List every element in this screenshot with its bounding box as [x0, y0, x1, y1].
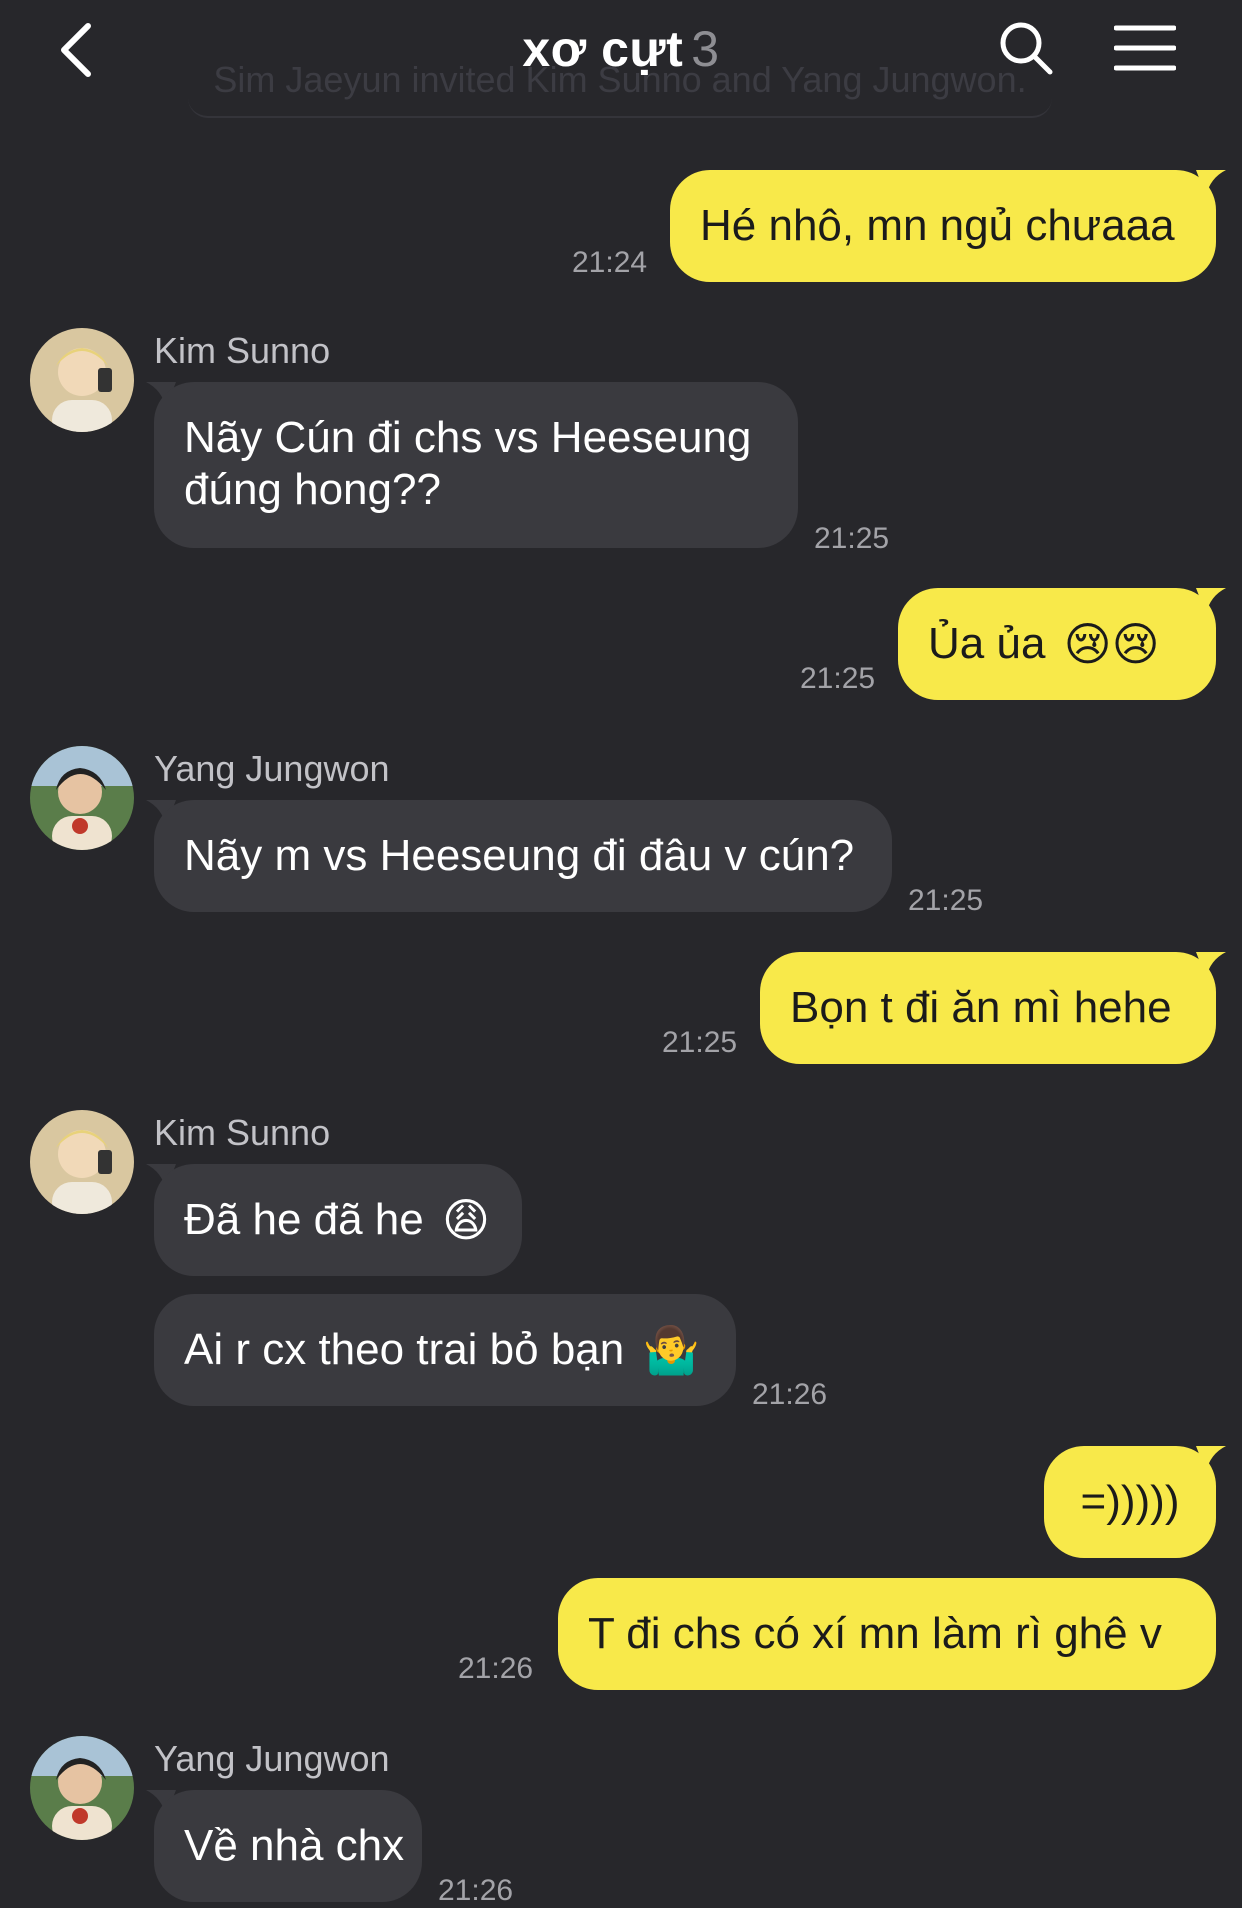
crying-emoji: 😢😢 — [1063, 617, 1160, 671]
menu-icon[interactable] — [1114, 24, 1176, 72]
avatar-kim-sunno[interactable] — [30, 328, 134, 432]
search-icon[interactable] — [996, 18, 1056, 78]
group-name: xơ cựt — [522, 21, 684, 77]
message-time: 21:26 — [752, 1378, 828, 1411]
message-time: 21:24 — [572, 246, 648, 279]
message-text: Bọn t đi ăn mì hehe — [790, 983, 1172, 1032]
message-text: Ai r cx theo trai bỏ bạn — [184, 1325, 625, 1374]
sender-name: Yang Jungwon — [154, 1738, 390, 1779]
my-message-bubble[interactable]: T đi chs có xí mn làm rì ghê v — [558, 1578, 1216, 1690]
message-text: Hé nhô, mn ngủ chưaaa — [700, 201, 1175, 250]
my-message-bubble[interactable]: Ủa ủa 😢😢 — [898, 588, 1216, 700]
bubble-tail — [1196, 952, 1226, 978]
bubble-tail — [1196, 588, 1226, 614]
their-message-bubble[interactable]: Về nhà chx — [154, 1790, 422, 1902]
message-time: 21:25 — [800, 662, 876, 695]
their-message-bubble[interactable]: Đã he đã he 😩 — [154, 1164, 522, 1276]
avatar-yang-jungwon[interactable] — [30, 746, 134, 850]
my-message-bubble[interactable]: Hé nhô, mn ngủ chưaaa — [670, 170, 1216, 282]
message-text: =))))) — [1080, 1477, 1180, 1526]
message-time: 21:26 — [458, 1652, 534, 1685]
message-time: 21:26 — [438, 1874, 514, 1907]
my-message-bubble[interactable]: Bọn t đi ăn mì hehe — [760, 952, 1216, 1064]
avatar-yang-jungwon[interactable] — [30, 1736, 134, 1840]
bubble-tail — [1196, 170, 1226, 196]
message-text: Ủa ủa — [928, 619, 1046, 668]
message-text: Về nhà chx — [184, 1821, 405, 1870]
chat-header: Sim Jaeyun invited Kim Sunno and Yang Ju… — [0, 0, 1242, 118]
bubble-tail — [1196, 1446, 1226, 1472]
message-time: 21:25 — [908, 884, 984, 917]
message-time: 21:25 — [814, 522, 890, 555]
weary-face-emoji: 😩 — [441, 1193, 490, 1247]
avatar-kim-sunno[interactable] — [30, 1110, 134, 1214]
their-message-bubble[interactable]: Nãy Cún đi chs vs Heeseung đúng hong?? — [154, 382, 798, 548]
their-message-bubble[interactable]: Nãy m vs Heeseung đi đâu v cún? — [154, 800, 892, 912]
sender-name: Kim Sunno — [154, 1112, 331, 1153]
message-text: Nãy m vs Heeseung đi đâu v cún? — [184, 831, 855, 880]
sender-name: Yang Jungwon — [154, 748, 390, 789]
shrug-emoji: 🤷‍♂️ — [642, 1323, 700, 1377]
message-text: Đã he đã he — [184, 1195, 424, 1244]
message-time: 21:25 — [662, 1026, 738, 1059]
sender-name: Kim Sunno — [154, 330, 331, 371]
my-message-bubble[interactable]: =))))) — [1044, 1446, 1216, 1558]
message-text: Nãy Cún đi chs vs Heeseung đúng hong?? — [184, 413, 752, 514]
member-count: 3 — [691, 21, 720, 77]
their-message-bubble[interactable]: Ai r cx theo trai bỏ bạn 🤷‍♂️ — [154, 1294, 736, 1406]
message-text: T đi chs có xí mn làm rì ghê v — [588, 1609, 1162, 1658]
